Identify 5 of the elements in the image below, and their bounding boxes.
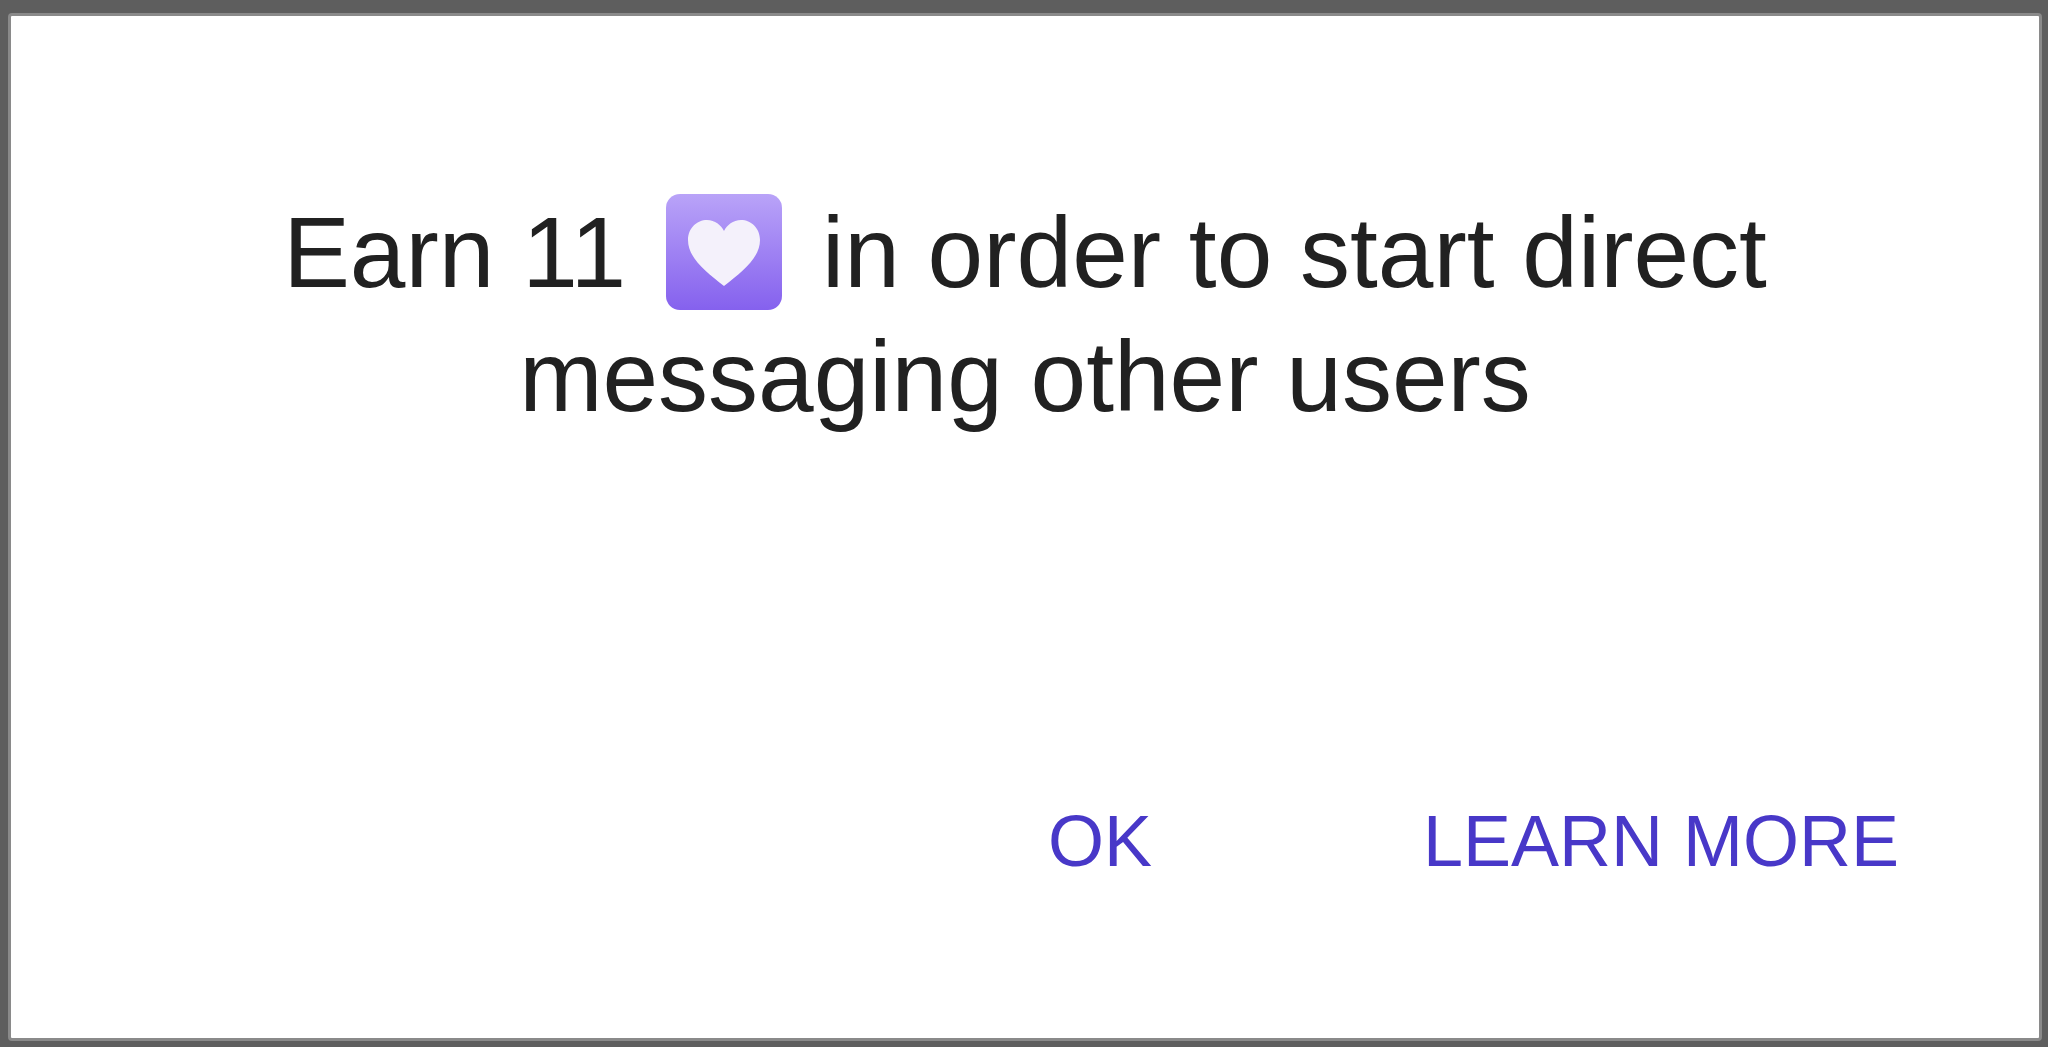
message-text: in order to start direct	[822, 195, 1767, 310]
ok-button[interactable]: OK	[1023, 785, 1176, 896]
message-text: Earn 11	[283, 195, 626, 310]
learn-more-button[interactable]: LEARN MORE	[1398, 785, 1923, 896]
message-text: messaging other users	[519, 319, 1531, 434]
